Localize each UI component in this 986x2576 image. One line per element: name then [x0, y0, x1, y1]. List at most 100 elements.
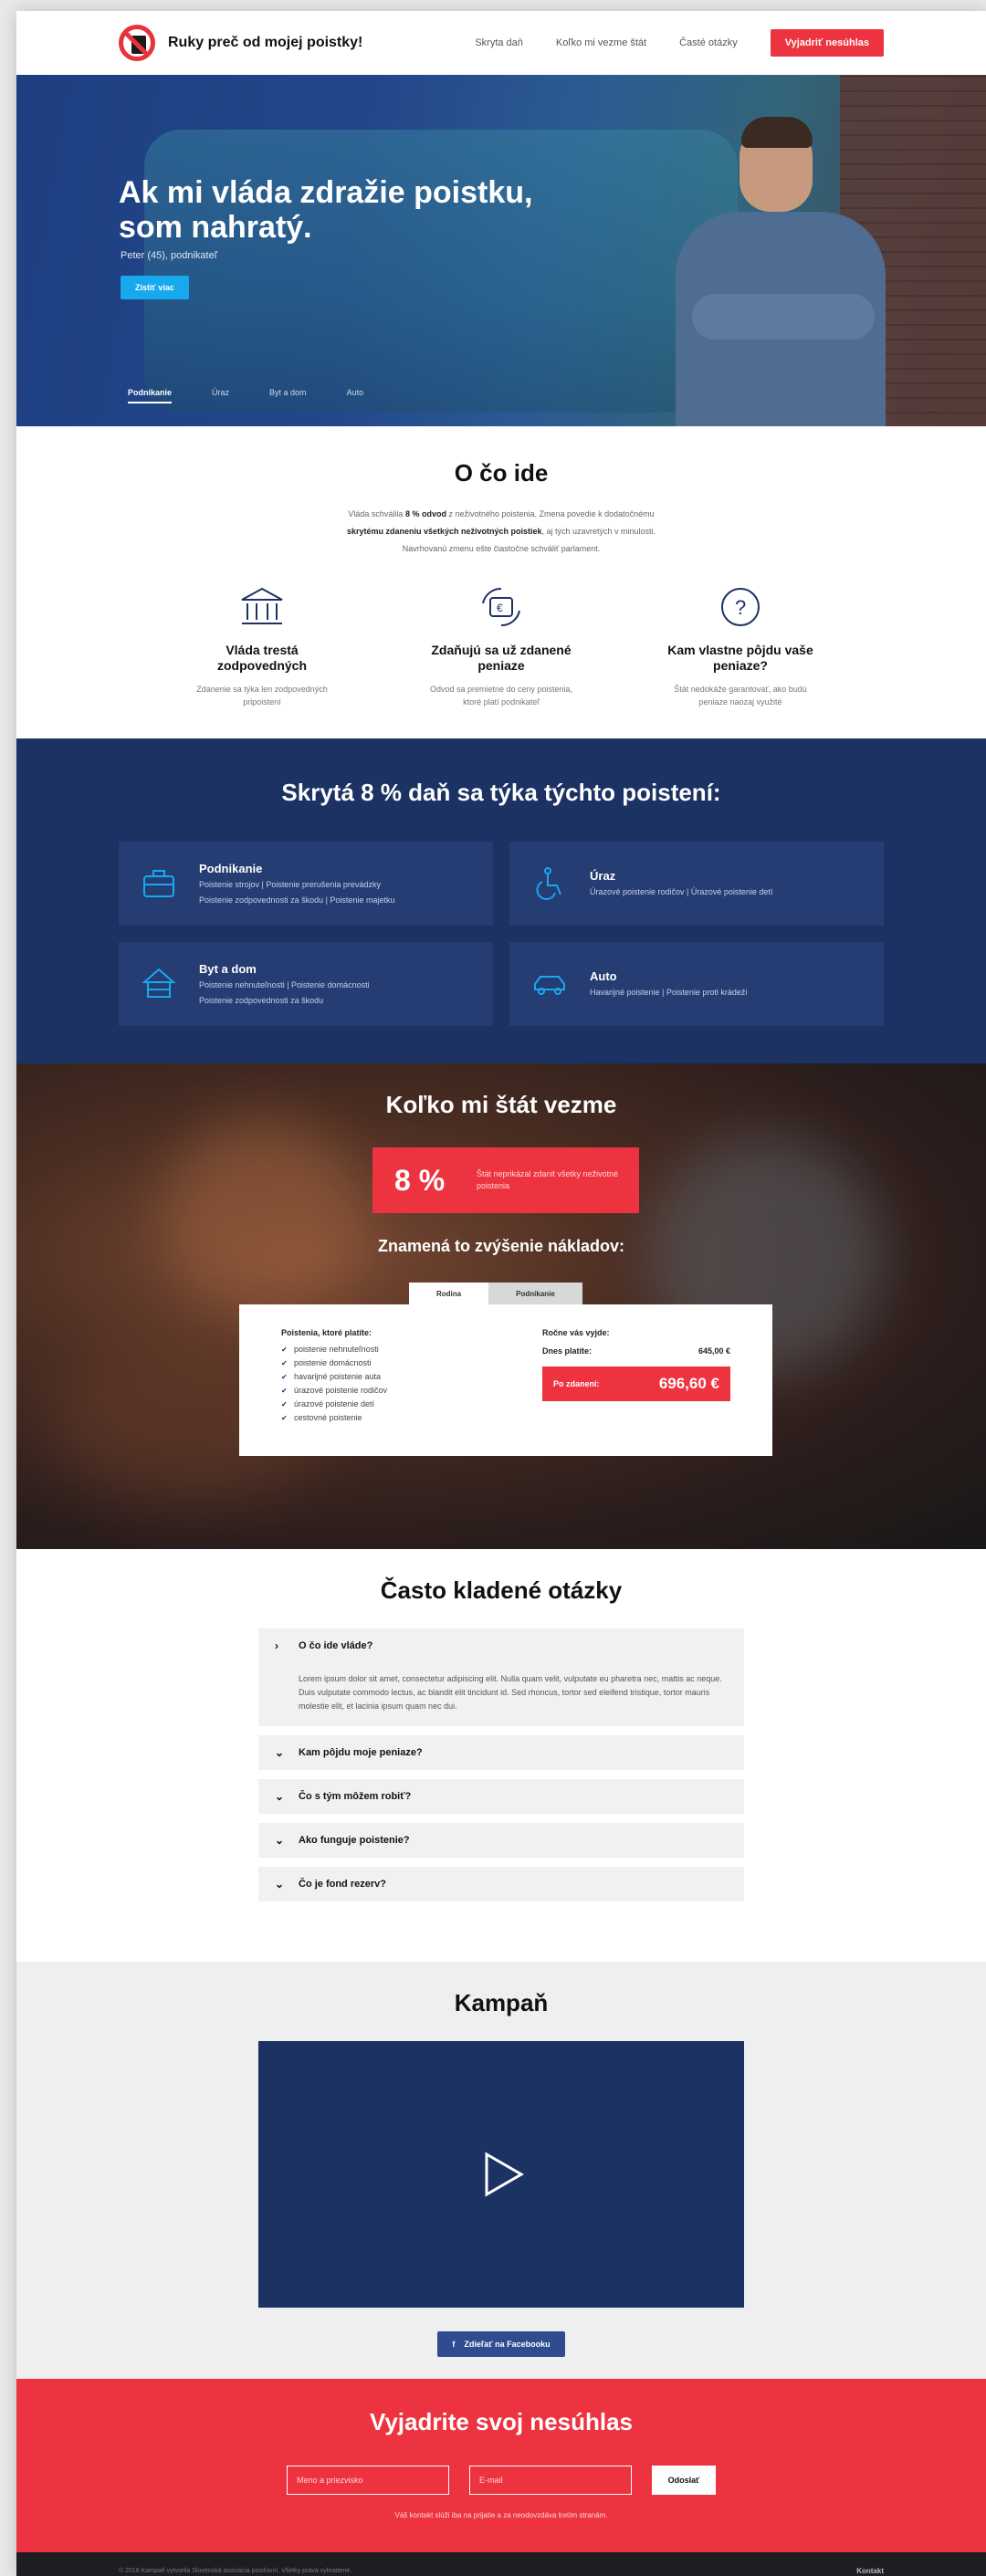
- chevron-down-icon: ⌄: [275, 1746, 285, 1759]
- tax-card-podnikanie[interactable]: Podnikanie Poistenie strojov | Poistenie …: [119, 842, 493, 926]
- nav-caste-otazky[interactable]: Časté otázky: [679, 37, 738, 48]
- feature-desc: Štát nedokáže garantovať, ako budú penia…: [674, 685, 807, 707]
- page: Ruky preč od mojej poistky! Skryta daň K…: [16, 11, 986, 2576]
- hero-subtitle: Peter (45), podnikateľ: [121, 250, 217, 261]
- facebook-share-button[interactable]: f Zdieľať na Facebooku: [437, 2331, 565, 2357]
- chevron-right-icon: ›: [275, 1639, 278, 1652]
- faq-section: Často kladené otázky › O čo ide vláde? L…: [16, 1549, 986, 1962]
- tax-grid: Podnikanie Poistenie strojov | Poistenie …: [119, 842, 884, 1026]
- faq-item[interactable]: ⌄ Čo je fond rezerv?: [258, 1867, 744, 1901]
- list-item[interactable]: úrazové poistenie rodičov: [281, 1384, 542, 1398]
- calc-tabs: Rodina Podnikanie: [409, 1283, 582, 1305]
- insurances-title: Poistenia, ktoré platíte:: [281, 1328, 372, 1337]
- faq-item[interactable]: ⌄ Kam pôjdu moje peniaze?: [258, 1735, 744, 1770]
- bank-icon: [241, 587, 283, 624]
- briefcase-icon: [143, 870, 174, 897]
- insurances-list: poistenie nehnuteľnosti poistenie domácn…: [281, 1343, 542, 1425]
- faq-item[interactable]: ⌄ Čo s tým môžem robiť?: [258, 1779, 744, 1814]
- feature-title: Kam vlastne pôjdu vaše peniaze?: [667, 643, 813, 673]
- video-player[interactable]: [258, 2041, 744, 2308]
- logo-text: Ruky preč od mojej poistky!: [168, 35, 363, 50]
- money-exchange-icon: €: [482, 587, 520, 627]
- feature-title: Vláda trestá zodpovedných: [216, 643, 307, 673]
- chevron-down-icon: ⌄: [275, 1790, 285, 1803]
- tab-byt-a-dom[interactable]: Byt a dom: [269, 388, 307, 403]
- feature-desc: Odvod sa premietne do ceny poistenia, kt…: [429, 685, 573, 707]
- contact-link[interactable]: Kontakt: [856, 2567, 884, 2575]
- name-field[interactable]: Meno a priezvisko: [287, 2466, 449, 2495]
- about-title: O čo ide: [454, 459, 549, 487]
- tab-podnikanie[interactable]: Podnikanie: [128, 388, 173, 403]
- facebook-icon: f: [452, 2340, 456, 2349]
- percentage-value: 8 %: [394, 1163, 446, 1197]
- feature-desc: Zdanenie sa týka len zodpovedných pripoi…: [196, 685, 328, 707]
- header: Ruky preč od mojej poistky! Skryta daň K…: [16, 11, 986, 75]
- percentage-box: 8 % Štát neprikázal zdanit všetky neživo…: [372, 1147, 639, 1213]
- calc-title: Koľko mi štát vezme: [385, 1091, 617, 1118]
- logo[interactable]: Ruky preč od mojej poistky!: [119, 25, 362, 61]
- van-image: [144, 130, 738, 413]
- wheelchair-icon: [536, 867, 561, 900]
- nav-skryta-dan[interactable]: Skryta daň: [475, 37, 523, 48]
- car-icon: [534, 976, 565, 995]
- faq-item[interactable]: › O čo ide vláde? Lorem ipsum dolor sit …: [258, 1628, 744, 1726]
- tab-rodina[interactable]: Rodina: [409, 1283, 489, 1305]
- play-icon[interactable]: [474, 2147, 529, 2202]
- feature-item: ? Kam vlastne pôjdu vaše peniaze? Štát n…: [660, 585, 821, 708]
- footer: © 2016 Kampaň vytvorila Slovenská asociá…: [16, 2552, 986, 2576]
- tax-section: Skrytá 8 % daň sa týka týchto poistení: …: [16, 738, 986, 1063]
- faq-answer: Lorem ipsum dolor sit amet, consectetur …: [299, 1674, 722, 1711]
- faq-title: Často kladené otázky: [380, 1576, 623, 1604]
- tab-podnikanie-calc[interactable]: Podnikanie: [488, 1283, 582, 1305]
- chevron-down-icon: ⌄: [275, 1878, 285, 1890]
- chevron-down-icon: ⌄: [275, 1834, 285, 1847]
- about-section: O čo ide Vláda schválila 8 % odvod z než…: [16, 426, 986, 738]
- about-text: Vláda schválila 8 % odvod z neživotného …: [346, 509, 656, 553]
- tax-card-auto[interactable]: Auto Havarijné poistenie | Poistenie prot…: [509, 942, 884, 1026]
- nav-kolko-mi-vezme-stat[interactable]: Koľko mi vezme štát: [556, 37, 646, 48]
- list-item[interactable]: poistenie domácnosti: [281, 1356, 542, 1370]
- svg-text:?: ?: [735, 596, 746, 619]
- hero-title: Ak mi vláda zdražie poistku, som nahratý…: [119, 175, 533, 245]
- email-field[interactable]: E-mail: [469, 2466, 632, 2495]
- tab-auto[interactable]: Auto: [347, 388, 364, 403]
- protest-section: Vyjadrite svoj nesúhlas Meno a priezvisk…: [16, 2379, 986, 2552]
- calc-section: Koľko mi štát vezme 8 % Štát neprikázal …: [16, 1063, 986, 1549]
- calc-box: Poistenia, ktoré platíte: poistenie nehn…: [239, 1304, 772, 1456]
- learn-more-button[interactable]: Zistiť viac: [121, 276, 189, 299]
- protest-form: Meno a priezvisko E-mail Odoslať: [16, 2466, 986, 2495]
- svg-text:€: €: [497, 602, 503, 614]
- tax-card-byt-a-dom[interactable]: Byt a dom Poistenie nehnuteľnosti | Poist…: [119, 942, 493, 1026]
- feature-item: € Zdaňujú sa už zdanené peniaze Odvod sa…: [421, 585, 582, 708]
- campaign-section: Kampaň f Zdieľať na Facebooku: [16, 1962, 986, 2379]
- copyright: © 2016 Kampaň vytvorila Slovenská asociá…: [119, 2567, 352, 2574]
- annual-title: Ročne vás vyjde:: [542, 1328, 610, 1337]
- hero-tabs: Podnikanie Úraz Byt a dom Auto: [128, 388, 363, 403]
- percentage-label: Štát neprikázal zdanit všetky neživotné …: [477, 1169, 619, 1190]
- submit-button[interactable]: Odoslať: [652, 2466, 716, 2495]
- list-item[interactable]: úrazové poistenie detí: [281, 1398, 542, 1411]
- faq-list: › O čo ide vláde? Lorem ipsum dolor sit …: [258, 1628, 744, 1901]
- after-tax-total: Po zdanení: 696,60 €: [542, 1367, 730, 1401]
- calc-subtitle: Znamená to zvýšenie nákladov:: [377, 1237, 625, 1255]
- question-icon: ?: [721, 588, 760, 626]
- list-item[interactable]: poistenie nehnuteľnosti: [281, 1343, 542, 1356]
- main-nav: Skryta daň Koľko mi vezme štát Časté otá…: [475, 29, 884, 57]
- feature-title: Zdaňujú sa už zdanené peniaze: [431, 643, 572, 673]
- protest-title: Vyjadrite svoj nesúhlas: [369, 2408, 634, 2435]
- privacy-note: Váš kontakt slúži iba na prijatie a za n…: [394, 2511, 608, 2519]
- house-icon: [142, 968, 176, 998]
- header-cta-button[interactable]: Vyjadriť nesúhlas: [770, 29, 884, 57]
- tax-title: Skrytá 8 % daň sa týka týchto poistení:: [281, 779, 721, 806]
- tax-card-uraz[interactable]: Úraz Úrazové poistenie rodičov | Úrazové …: [509, 842, 884, 926]
- hero: Ak mi vláda zdražie poistku, som nahratý…: [16, 75, 986, 426]
- list-item[interactable]: cestovné poistenie: [281, 1411, 542, 1425]
- faq-item[interactable]: ⌄ Ako funguje poistenie?: [258, 1823, 744, 1858]
- today-row: Dnes platíte: 645,00 €: [542, 1346, 730, 1356]
- no-hand-icon: [119, 25, 155, 61]
- list-item[interactable]: havarijné poistenie auta: [281, 1370, 542, 1384]
- man-portrait-image: [676, 117, 886, 426]
- tab-uraz[interactable]: Úraz: [212, 388, 229, 403]
- feature-item: Vláda trestá zodpovedných Zdanenie sa tý…: [182, 585, 342, 708]
- campaign-title: Kampaň: [454, 1989, 549, 2016]
